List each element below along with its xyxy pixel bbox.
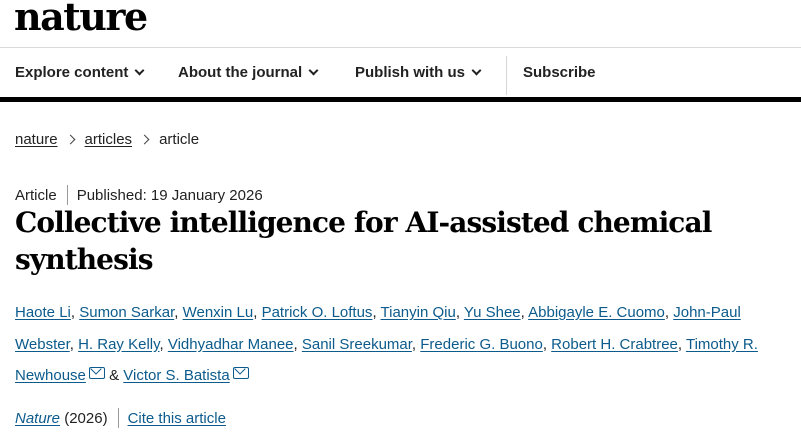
nav-about-label: About the journal: [178, 64, 303, 81]
nav-subscribe[interactable]: Subscribe: [523, 48, 596, 97]
author-separator: ,: [174, 304, 179, 321]
citation-line: Nature (2026) Cite this article: [15, 408, 226, 428]
nature-logo[interactable]: nature: [14, 0, 148, 39]
author-separator: ,: [664, 304, 670, 321]
author-link[interactable]: Tianyin Qiu: [381, 304, 456, 321]
author-separator: ,: [411, 335, 417, 353]
journal-name: Nature: [15, 409, 61, 427]
cite-this-article-link[interactable]: Cite this article: [128, 410, 226, 427]
nav-divider: [506, 56, 507, 95]
nav-publish-with-us[interactable]: Publish with us: [355, 48, 482, 97]
breadcrumb-link-nature[interactable]: nature: [15, 131, 58, 148]
site-header: nature: [0, 0, 801, 48]
author-conjunction: &: [109, 367, 120, 384]
chevron-right-icon: [65, 134, 75, 144]
author-separator: ,: [69, 335, 74, 353]
author-link[interactable]: Frederic G. Buono: [420, 336, 543, 353]
author-separator: ,: [455, 304, 460, 321]
nav-explore-label: Explore content: [15, 64, 129, 81]
author-link[interactable]: Haote Li: [15, 304, 71, 321]
nav-publish-label: Publish with us: [355, 64, 466, 81]
article-meta: Article Published: 19 January 2026: [15, 185, 263, 205]
author-link[interactable]: Abbigayle E. Cuomo: [528, 304, 665, 321]
author-separator: ,: [372, 304, 377, 321]
author-separator: ,: [293, 335, 298, 353]
nav-about-journal[interactable]: About the journal: [178, 48, 319, 97]
author-separator: ,: [520, 304, 525, 321]
chevron-down-icon: [308, 65, 319, 76]
author-separator: ,: [253, 304, 258, 321]
mail-icon[interactable]: [88, 367, 105, 379]
chevron-down-icon: [134, 65, 145, 76]
author-link[interactable]: Victor S. Batista: [123, 367, 229, 384]
citation-divider: [117, 408, 119, 428]
breadcrumb-current: article: [159, 130, 200, 148]
breadcrumb: nature articles article: [15, 129, 199, 149]
journal-link[interactable]: Nature: [15, 410, 60, 427]
author-link[interactable]: Sanil Sreekumar: [302, 336, 412, 353]
author-link[interactable]: Vidhyadhar Manee: [168, 336, 294, 353]
article-type: Article: [15, 186, 57, 204]
author-separator: ,: [159, 335, 164, 353]
main-nav: Explore content About the journal Publis…: [0, 48, 801, 102]
author-link[interactable]: H. Ray Kelly: [78, 336, 159, 353]
nav-subscribe-label: Subscribe: [523, 64, 596, 81]
author-link[interactable]: Yu Shee: [464, 304, 521, 321]
chevron-right-icon: [139, 134, 150, 144]
author-link[interactable]: Wenxin Lu: [183, 304, 254, 321]
publication-year: (2026): [64, 409, 108, 427]
article-title: Collective intelligence for AI-assisted …: [15, 206, 712, 276]
publish-date: Published: 19 January 2026: [76, 186, 263, 204]
author-link[interactable]: Sumon Sarkar: [79, 304, 174, 321]
mail-icon[interactable]: [232, 367, 249, 379]
chevron-down-icon: [471, 65, 482, 76]
author-separator: ,: [70, 304, 76, 321]
author-list: Haote Li, Sumon Sarkar, Wenxin Lu, Patri…: [15, 297, 795, 392]
meta-divider: [66, 185, 68, 205]
breadcrumb-link-articles[interactable]: articles: [85, 131, 133, 148]
nav-explore-content[interactable]: Explore content: [15, 48, 145, 97]
author-link[interactable]: Patrick O. Loftus: [262, 304, 373, 321]
author-link[interactable]: Robert H. Crabtree: [551, 336, 678, 353]
author-separator: ,: [542, 335, 547, 353]
author-separator: ,: [677, 335, 683, 353]
